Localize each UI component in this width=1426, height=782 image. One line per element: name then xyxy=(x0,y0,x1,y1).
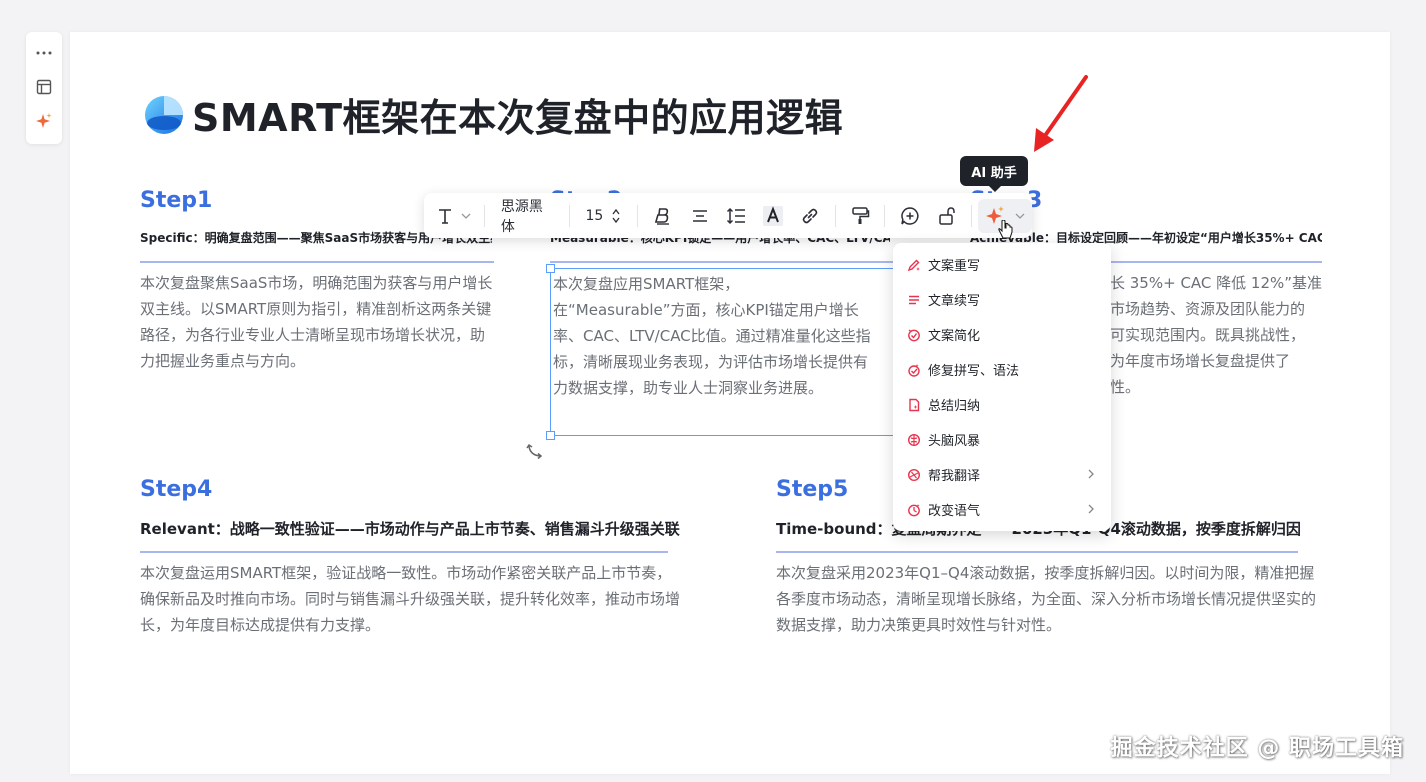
body-line: 市场趋势、资源及团队能力的 xyxy=(1110,300,1306,318)
menu-item-label: 文章续写 xyxy=(928,294,981,309)
step1-heading: Step1 xyxy=(140,188,213,213)
text-type-icon xyxy=(439,208,451,224)
page-title: SMART框架在本次复盘中的应用逻辑 xyxy=(142,84,843,144)
menu-item-label: 总结归纳 xyxy=(928,399,981,414)
more-icon[interactable] xyxy=(30,38,58,68)
menu-item-simplify[interactable]: 文案简化 xyxy=(893,317,1111,352)
body-line: 可实现范围内。既具挑战性， xyxy=(1110,326,1306,344)
chevron-right-icon xyxy=(1088,504,1094,514)
step5-body: 本次复盘采用2023年Q1–Q4滚动数据，按季度拆解归因。以时间为限，精准把握各… xyxy=(776,564,1317,634)
menu-item-brainstorm[interactable]: 头脑风暴 xyxy=(893,422,1111,457)
summary-icon xyxy=(909,398,920,411)
step5-heading: Step5 xyxy=(776,477,849,502)
brain-icon xyxy=(907,433,921,446)
menu-item-label: 文案简化 xyxy=(928,329,981,344)
font-size-stepper[interactable] xyxy=(607,193,631,238)
format-painter-icon[interactable] xyxy=(842,193,879,238)
font-color-icon[interactable] xyxy=(755,193,792,238)
line-height-icon[interactable] xyxy=(718,193,755,238)
step4-divider xyxy=(140,551,668,553)
body-line: 为年度市场增长复盘提供了 xyxy=(1110,352,1291,370)
divider xyxy=(568,204,570,227)
side-toolbar xyxy=(26,32,62,144)
ai-assistant-menu: 文案重写 文章续写 文案简化 修复拼写、语法 总结归纳 头脑风暴 帮我翻译 改变… xyxy=(893,243,1111,531)
menu-item-change-tone[interactable]: 改变语气 xyxy=(893,492,1111,527)
layout-icon[interactable] xyxy=(30,72,58,102)
red-arrow-icon xyxy=(1034,75,1088,152)
menu-item-label: 帮我翻译 xyxy=(928,469,981,484)
rotate-icon[interactable] xyxy=(525,440,545,460)
divider xyxy=(834,204,836,227)
watermark: 掘金技术社区 @ 职场工具箱 xyxy=(1110,736,1404,761)
selected-textbox[interactable]: 本次复盘应用SMART框架， 在“Measurable”方面，核心KPI锚定用户… xyxy=(546,264,904,440)
bold-icon[interactable] xyxy=(644,193,681,238)
menu-item-label: 头脑风暴 xyxy=(928,434,981,449)
menu-item-translate[interactable]: 帮我翻译 xyxy=(893,457,1111,492)
logo-icon xyxy=(145,96,183,134)
translate-icon xyxy=(907,468,921,481)
font-family-select[interactable]: 思源黑体 xyxy=(491,193,563,238)
link-icon[interactable] xyxy=(792,193,829,238)
resize-handle[interactable] xyxy=(546,431,555,440)
menu-item-label: 改变语气 xyxy=(928,504,981,519)
body-line: 性。 xyxy=(1110,378,1141,396)
divider xyxy=(637,204,639,227)
add-comment-icon[interactable] xyxy=(891,193,928,238)
document-canvas: SMART框架在本次复盘中的应用逻辑 Step1 Specific：明确复盘范围… xyxy=(70,32,1390,774)
chevron-down-icon xyxy=(461,213,471,219)
menu-item-summarize[interactable]: 总结归纳 xyxy=(893,387,1111,422)
step1-divider xyxy=(140,261,494,263)
format-toolbar: 思源黑体 15 xyxy=(424,193,1032,238)
mouse-cursor-icon xyxy=(998,220,1013,239)
divider xyxy=(884,204,886,227)
simplify-icon xyxy=(908,328,920,341)
step4-subtitle: Relevant：战略一致性验证——市场动作与产品上市节奏、销售漏斗升级强关联 xyxy=(140,520,680,538)
menu-item-label: 文案重写 xyxy=(928,259,981,274)
ai-sparkle-icon[interactable] xyxy=(30,106,58,136)
pen-sparkle-icon xyxy=(907,259,920,271)
ai-assistant-tooltip: AI 助手 xyxy=(960,156,1028,192)
step3-body: 长 35%+ CAC 降低 12%”基准 市场趋势、资源及团队能力的 可实现范围… xyxy=(1110,270,1340,400)
menu-item-continue[interactable]: 文章续写 xyxy=(893,282,1111,317)
tone-icon xyxy=(908,503,920,516)
menu-item-fix-grammar[interactable]: 修复拼写、语法 xyxy=(893,352,1111,387)
step1-body: 本次复盘聚焦SaaS市场，明确范围为获客与用户增长双主线。以SMART原则为指引… xyxy=(140,274,493,370)
font-size-value[interactable]: 15 xyxy=(575,193,607,238)
menu-item-label: 修复拼写、语法 xyxy=(928,364,1020,379)
align-center-icon[interactable] xyxy=(681,193,718,238)
step4-body: 本次复盘运用SMART框架，验证战略一致性。市场动作紧密关联产品上市节奏，确保新… xyxy=(140,564,681,634)
fix-icon xyxy=(908,363,920,377)
menu-item-rewrite[interactable]: 文案重写 xyxy=(893,247,1111,282)
chevron-right-icon xyxy=(1088,469,1094,479)
chevron-down-icon xyxy=(1015,213,1025,219)
step5-divider xyxy=(776,551,1298,553)
step4-heading: Step4 xyxy=(140,477,213,502)
divider xyxy=(971,204,972,227)
body-line: 长 35%+ CAC 降低 12%”基准 xyxy=(1110,274,1323,292)
stepper-icon xyxy=(612,208,620,223)
unlock-icon[interactable] xyxy=(928,193,965,238)
divider xyxy=(484,204,485,227)
lines-icon xyxy=(909,295,919,304)
text-type-dropdown[interactable] xyxy=(424,193,478,238)
page-title-text: SMART框架在本次复盘中的应用逻辑 xyxy=(192,95,844,140)
